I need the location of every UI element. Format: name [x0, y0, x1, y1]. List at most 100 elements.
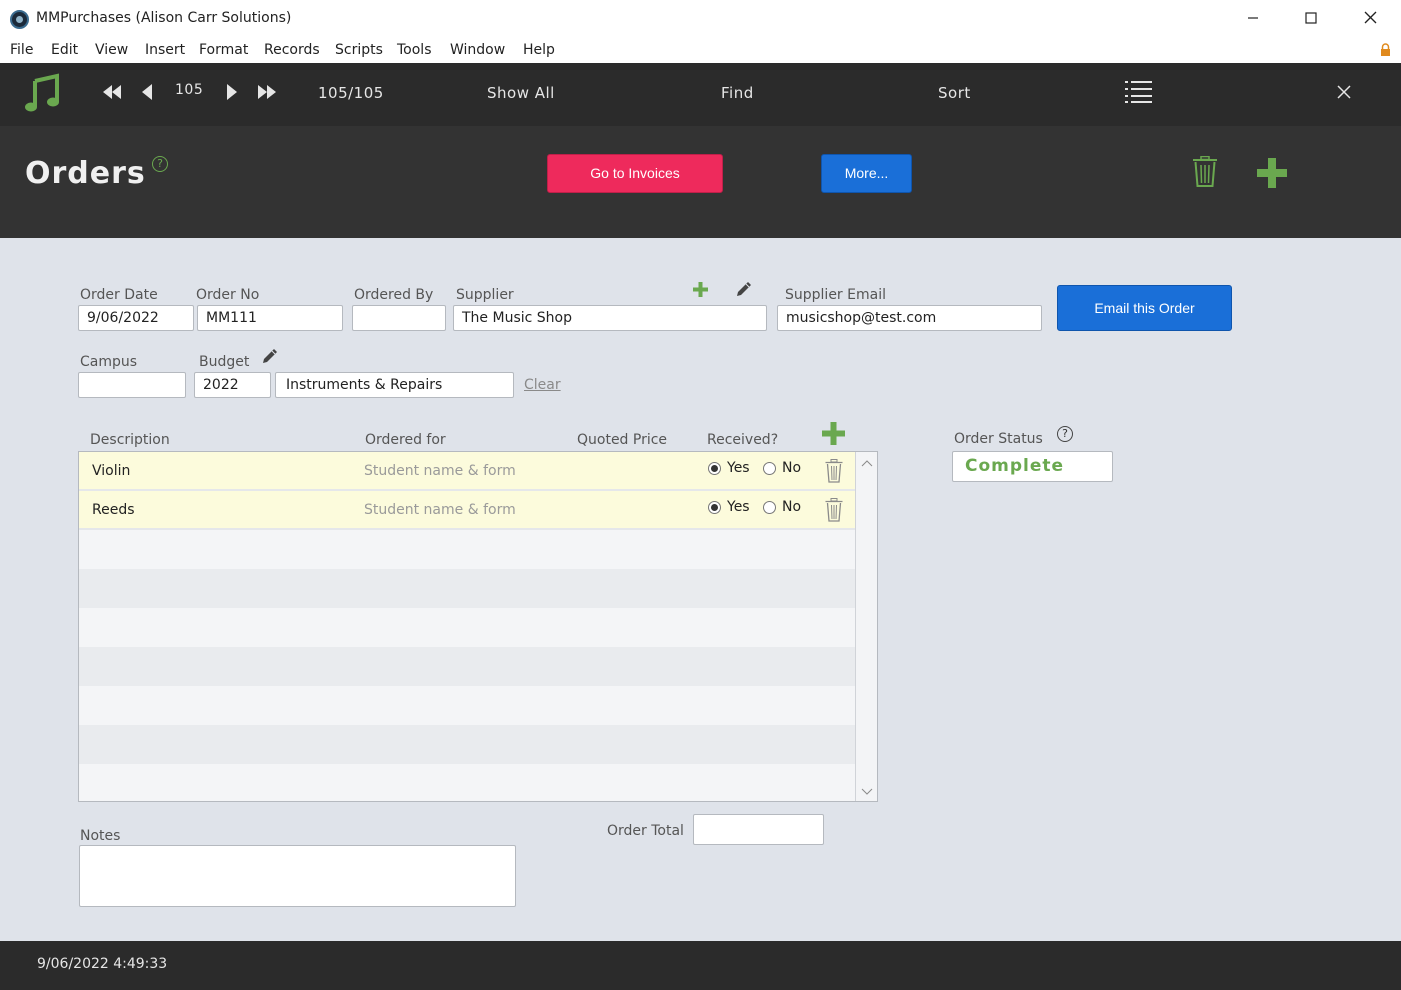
- previous-record-icon[interactable]: [142, 84, 152, 100]
- notes-field[interactable]: [79, 845, 516, 907]
- timestamp: 9/06/2022 4:49:33: [37, 956, 168, 972]
- received-header: Received?: [707, 432, 779, 448]
- menu-file[interactable]: File: [10, 42, 33, 58]
- close-toolbar-icon[interactable]: [1337, 85, 1351, 99]
- item-ordered-for[interactable]: Student name & form: [364, 502, 516, 518]
- received-no-label: No: [782, 460, 802, 476]
- app-icon: [10, 10, 29, 29]
- received-yes-radio[interactable]: [708, 501, 721, 514]
- menu-format[interactable]: Format: [199, 42, 248, 58]
- received-no-radio[interactable]: [763, 462, 776, 475]
- received-yes-label: Yes: [727, 499, 750, 515]
- menu-view[interactable]: View: [95, 42, 128, 58]
- received-yes-radio[interactable]: [708, 462, 721, 475]
- table-row[interactable]: Reeds Student name & form Yes No: [79, 491, 855, 530]
- budget-label: Budget: [199, 354, 250, 370]
- record-number[interactable]: 105: [175, 82, 203, 98]
- close-window-button[interactable]: [1350, 6, 1390, 32]
- order-date-label: Order Date: [80, 287, 158, 303]
- menu-window[interactable]: Window: [450, 42, 505, 58]
- clear-budget-link[interactable]: Clear: [524, 377, 561, 393]
- portal-scrollbar[interactable]: [855, 452, 877, 801]
- layout-header: Orders ? Go to Invoices More...: [0, 126, 1401, 238]
- campus-label: Campus: [80, 354, 138, 370]
- ordered-for-header: Ordered for: [365, 432, 446, 448]
- notes-label: Notes: [80, 828, 121, 844]
- maximize-icon: [1305, 12, 1317, 24]
- empty-row[interactable]: [79, 569, 855, 608]
- ordered-by-field[interactable]: [352, 305, 446, 331]
- empty-row[interactable]: [79, 764, 855, 801]
- minimize-button[interactable]: [1233, 6, 1273, 32]
- record-count: 105/105: [318, 84, 384, 102]
- empty-row[interactable]: [79, 530, 855, 569]
- supplier-field[interactable]: The Music Shop: [453, 305, 767, 331]
- add-line-item-icon[interactable]: [822, 422, 845, 445]
- item-description[interactable]: Reeds: [92, 502, 135, 518]
- item-description[interactable]: Violin: [92, 463, 130, 479]
- maximize-button[interactable]: [1291, 6, 1331, 32]
- order-status-label: Order Status: [954, 431, 1043, 447]
- description-header: Description: [90, 432, 170, 448]
- budget-name-field[interactable]: Instruments & Repairs: [275, 372, 514, 398]
- music-note-icon: [25, 73, 59, 112]
- status-toolbar: 105 105/105 Show All Find Sort: [0, 63, 1401, 126]
- minimize-icon: [1248, 17, 1258, 19]
- received-no-label: No: [782, 499, 802, 515]
- menu-edit[interactable]: Edit: [51, 42, 78, 58]
- close-icon: [1364, 11, 1376, 24]
- scroll-down-icon[interactable]: [861, 785, 873, 797]
- menu-records[interactable]: Records: [264, 42, 320, 58]
- add-supplier-icon[interactable]: [693, 282, 708, 297]
- edit-supplier-icon[interactable]: [735, 280, 753, 298]
- order-total-label: Order Total: [607, 823, 684, 839]
- show-all-button[interactable]: Show All: [487, 84, 555, 102]
- ordered-by-label: Ordered By: [354, 287, 434, 303]
- order-date-field[interactable]: 9/06/2022: [78, 305, 194, 331]
- supplier-email-field[interactable]: musicshop@test.com: [777, 305, 1042, 331]
- status-help-icon[interactable]: ?: [1057, 426, 1073, 442]
- table-row[interactable]: Violin Student name & form Yes No: [79, 452, 855, 491]
- order-items-portal: Violin Student name & form Yes No Reeds …: [78, 451, 878, 802]
- go-to-invoices-button[interactable]: Go to Invoices: [547, 154, 723, 193]
- scroll-up-icon[interactable]: [861, 458, 873, 470]
- menu-tools[interactable]: Tools: [397, 42, 432, 58]
- menu-scripts[interactable]: Scripts: [335, 42, 383, 58]
- budget-year-field[interactable]: 2022: [194, 372, 271, 398]
- empty-row[interactable]: [79, 725, 855, 764]
- help-icon[interactable]: ?: [152, 156, 168, 172]
- find-button[interactable]: Find: [721, 84, 754, 102]
- edit-budget-icon[interactable]: [261, 347, 279, 365]
- sort-button[interactable]: Sort: [938, 84, 971, 102]
- first-record-icon[interactable]: [103, 85, 121, 99]
- window-title: MMPurchases (Alison Carr Solutions): [36, 10, 292, 26]
- supplier-email-label: Supplier Email: [785, 287, 886, 303]
- last-record-icon[interactable]: [258, 85, 276, 99]
- received-yes-label: Yes: [727, 460, 750, 476]
- order-no-label: Order No: [196, 287, 260, 303]
- email-order-button[interactable]: Email this Order: [1057, 285, 1232, 331]
- footer-bar: 9/06/2022 4:49:33: [0, 941, 1401, 990]
- more-button[interactable]: More...: [821, 154, 912, 193]
- lock-icon: [1381, 43, 1390, 56]
- delete-line-icon[interactable]: [825, 498, 843, 522]
- menu-insert[interactable]: Insert: [145, 42, 185, 58]
- item-ordered-for[interactable]: Student name & form: [364, 463, 516, 479]
- received-no-radio[interactable]: [763, 501, 776, 514]
- page-title: Orders: [25, 156, 146, 191]
- order-total-field[interactable]: [693, 814, 824, 845]
- order-no-field[interactable]: MM111: [197, 305, 343, 331]
- supplier-label: Supplier: [456, 287, 514, 303]
- empty-row[interactable]: [79, 608, 855, 647]
- empty-row[interactable]: [79, 686, 855, 725]
- delete-record-icon[interactable]: [1192, 156, 1218, 187]
- list-menu-icon[interactable]: [1125, 80, 1152, 104]
- delete-line-icon[interactable]: [825, 459, 843, 483]
- next-record-icon[interactable]: [227, 84, 237, 100]
- menu-help[interactable]: Help: [523, 42, 555, 58]
- empty-row[interactable]: [79, 647, 855, 686]
- menu-bar: File Edit View Insert Format Records Scr…: [0, 38, 1401, 63]
- new-record-icon[interactable]: [1257, 158, 1287, 188]
- campus-field[interactable]: [78, 372, 186, 398]
- order-status-field[interactable]: Complete: [952, 451, 1113, 482]
